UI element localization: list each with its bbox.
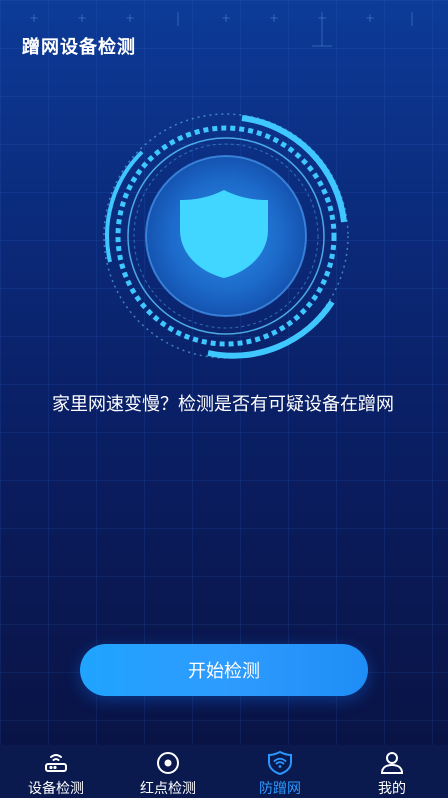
wifi-shield-icon	[268, 750, 292, 776]
user-icon	[380, 752, 404, 774]
tab-mine[interactable]: 我的	[336, 745, 448, 798]
description-text: 家里网速变慢？检测是否有可疑设备在蹭网	[52, 394, 394, 415]
target-icon	[157, 752, 179, 774]
tab-label: 我的	[378, 781, 406, 797]
page-title: 蹭网设备检测	[22, 37, 136, 58]
tab-device-detect[interactable]: 设备检测	[0, 745, 112, 798]
tab-red-dot-detect[interactable]: 红点检测	[112, 745, 224, 798]
tab-label: 设备检测	[28, 781, 84, 797]
tab-anti-leech[interactable]: 防蹭网	[224, 745, 336, 798]
router-icon	[45, 754, 67, 772]
start-detect-button[interactable]: 开始检测	[80, 644, 368, 696]
shield-icon	[180, 190, 268, 278]
app-screen: 蹭网设备检测 家里网速变慢？检测是否有可疑设备在蹭网 开始检测 设备检测 红点检…	[0, 0, 448, 798]
bottom-tab-bar: 设备检测 红点检测 防蹭网 我的	[0, 745, 448, 798]
tab-label: 红点检测	[140, 781, 196, 797]
tab-label: 防蹭网	[259, 781, 301, 797]
